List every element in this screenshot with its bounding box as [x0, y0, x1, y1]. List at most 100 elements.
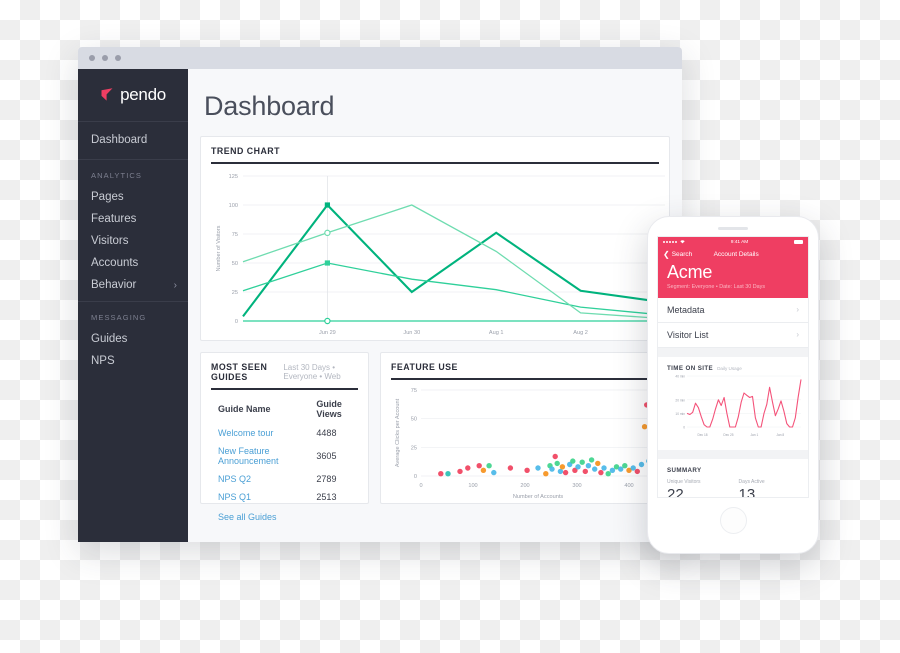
sidebar-item-pages[interactable]: Pages	[78, 186, 188, 208]
svg-text:100: 100	[468, 483, 477, 489]
svg-text:Jan 8: Jan 8	[776, 433, 784, 437]
summary-stats: Unique Visitors 22 Days Active 13	[667, 478, 799, 498]
browser-body: pendo Dashboard ANALYTICS Pages Features	[78, 69, 682, 542]
account-name: Acme	[667, 261, 713, 282]
svg-text:Jun 29: Jun 29	[319, 330, 336, 336]
trend-chart-svg: 0 25 50 75 100 125 Number of Visitors Jun 29 Jun…	[216, 174, 666, 336]
sidebar-item-label: Features	[91, 213, 137, 225]
main-content: Dashboard TREND CHART 0 25 50 75 100 125 Numbe…	[188, 69, 682, 542]
svg-text:200: 200	[520, 483, 529, 489]
guide-views-value: 2789	[316, 474, 337, 484]
phone-hero: Acme Segment: Everyone • Date: Last 30 D…	[658, 260, 808, 298]
trend-chart-header: TREND CHART	[211, 146, 659, 164]
phone-row-visitor-list[interactable]: Visitor List ›	[658, 322, 808, 348]
table-row[interactable]: NPS Q1 2513	[211, 488, 358, 506]
sidebar-item-behavior[interactable]: Behavior ›	[78, 274, 188, 296]
guides-card-header: MOST SEEN GUIDES Last 30 Days • Everyone…	[211, 362, 358, 390]
summary-title: SUMMARY	[667, 466, 702, 474]
most-seen-guides-card: MOST SEEN GUIDES Last 30 Days • Everyone…	[200, 352, 369, 522]
back-button-label[interactable]: Search	[672, 251, 693, 258]
chevron-right-icon: ›	[173, 279, 177, 291]
stat-unique-visitors: Unique Visitors 22	[667, 479, 701, 498]
svg-text:0: 0	[235, 319, 238, 325]
svg-text:400: 400	[624, 483, 633, 489]
sidebar-item-visitors[interactable]: Visitors	[78, 230, 188, 252]
stat-value: 13	[738, 485, 756, 498]
svg-text:Dec 25: Dec 25	[723, 433, 733, 437]
phone-speaker-grille	[718, 227, 748, 230]
row-label: Metadata	[667, 304, 705, 315]
time-on-site-subtitle: Daily Usage	[717, 365, 742, 371]
maximize-dot-icon[interactable]	[115, 55, 121, 61]
svg-text:Number of Accounts: Number of Accounts	[513, 494, 564, 500]
feature-use-title: FEATURE USE	[391, 362, 458, 372]
sidebar-item-label: NPS	[91, 355, 115, 367]
see-all-guides-link[interactable]: See all Guides	[211, 506, 358, 522]
page-title: Dashboard	[204, 91, 335, 121]
svg-text:Number of Visitors: Number of Visitors	[216, 225, 222, 271]
guides-table: Guide Name Guide Views Welcome tour 4488…	[211, 395, 358, 506]
browser-titlebar	[78, 47, 682, 69]
phone-section-divider-2	[658, 449, 808, 459]
stat-label: Days Active	[738, 478, 765, 485]
wifi-icon	[680, 240, 685, 244]
minimize-dot-icon[interactable]	[102, 55, 108, 61]
svg-text:25: 25	[411, 445, 417, 451]
svg-text:75: 75	[232, 232, 238, 238]
stat-value: 22	[667, 485, 684, 498]
guide-link[interactable]: NPS Q1	[218, 492, 251, 502]
guides-card-subtitle: Last 30 Days • Everyone • Web	[283, 363, 341, 381]
close-dot-icon[interactable]	[89, 55, 95, 61]
phone-navbar: ❮ Search Account Details	[658, 247, 808, 261]
app-logo[interactable]: pendo	[78, 69, 188, 122]
svg-text:0: 0	[419, 483, 422, 489]
table-row[interactable]: Welcome tour 4488	[211, 424, 358, 442]
svg-text:75: 75	[411, 388, 417, 394]
phone-status-bar: 9:41 AM	[658, 236, 808, 248]
svg-text:Aug 1: Aug 1	[489, 330, 504, 336]
svg-text:300: 300	[572, 483, 581, 489]
svg-text:40 min: 40 min	[675, 374, 685, 378]
sidebar-item-label: Pages	[91, 191, 124, 203]
table-row[interactable]: New Feature Announcement 3605	[211, 442, 358, 470]
phone-nav-title: Account Details	[713, 250, 759, 258]
stat-days-active: Days Active 13	[738, 478, 765, 498]
column-header-guide-name: Guide Name	[218, 404, 271, 414]
phone-row-metadata[interactable]: Metadata ›	[658, 297, 808, 323]
guide-link[interactable]: Welcome tour	[218, 428, 273, 438]
table-header-row: Guide Name Guide Views	[211, 395, 358, 424]
phone-time-on-site-section: TIME ON SITE Daily Usage 0 10 min 20 min 40…	[658, 357, 808, 450]
logo-text: pendo	[120, 85, 166, 104]
time-on-site-title: TIME ON SITE	[667, 364, 714, 372]
svg-text:0: 0	[414, 474, 417, 480]
sidebar-item-accounts[interactable]: Accounts	[78, 252, 188, 274]
feature-use-header: FEATURE USE	[391, 362, 659, 380]
table-row[interactable]: NPS Q2 2789	[211, 470, 358, 488]
svg-text:100: 100	[229, 203, 238, 209]
sidebar-item-features[interactable]: Features	[78, 208, 188, 230]
guide-link[interactable]: NPS Q2	[218, 474, 251, 484]
battery-icon	[793, 240, 803, 244]
phone-section-divider	[658, 347, 808, 357]
guide-link[interactable]: New Feature Announcement	[218, 446, 279, 466]
sidebar-item-nps[interactable]: NPS	[78, 350, 188, 372]
phone-home-button[interactable]	[719, 506, 747, 534]
back-chevron-icon[interactable]: ❮	[663, 250, 670, 259]
sidebar-item-dashboard[interactable]: Dashboard	[78, 129, 188, 151]
svg-text:20 min: 20 min	[675, 398, 685, 402]
sidebar: pendo Dashboard ANALYTICS Pages Features	[78, 69, 188, 542]
time-on-site-header: TIME ON SITE Daily Usage	[667, 365, 799, 372]
nav-heading-messaging: MESSAGING	[91, 313, 147, 322]
time-on-site-chart-svg: 0 10 min 20 min 40 min Dec 18 Dec 25 Jan 1 Jan …	[675, 374, 802, 437]
bottom-card-row: MOST SEEN GUIDES Last 30 Days • Everyone…	[200, 352, 670, 522]
chevron-right-icon: ›	[796, 305, 799, 314]
sidebar-item-guides[interactable]: Guides	[78, 328, 188, 350]
guide-views-value: 2513	[316, 492, 337, 502]
svg-text:10 min: 10 min	[675, 411, 685, 415]
svg-text:50: 50	[411, 417, 417, 423]
guide-views-value: 4488	[316, 428, 337, 438]
svg-text:Dec 18: Dec 18	[697, 433, 707, 437]
svg-text:50: 50	[232, 261, 238, 267]
sidebar-item-label: Visitors	[91, 235, 129, 247]
account-meta: Segment: Everyone • Date: Last 30 Days	[667, 283, 766, 290]
